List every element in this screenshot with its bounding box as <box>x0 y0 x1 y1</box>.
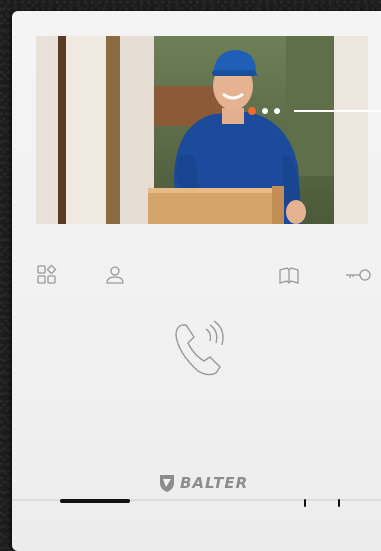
answer-call-button[interactable] <box>170 315 232 379</box>
camera-microphone-indicator <box>248 106 381 116</box>
brand-logo: BALTER <box>158 471 248 495</box>
indicator-dot-white-2 <box>274 108 280 114</box>
user-icon[interactable] <box>103 263 127 287</box>
balter-shield-icon <box>160 475 174 492</box>
handset-ringing-icon <box>175 320 224 376</box>
bottom-bar-left <box>60 499 130 503</box>
bottom-bar-mark-1 <box>304 499 306 507</box>
indicator-dot-white-1 <box>262 108 268 114</box>
bottom-bar-mark-2 <box>338 499 340 507</box>
book-icon[interactable] <box>277 264 301 288</box>
brand-name: BALTER <box>180 474 249 492</box>
indicator-line <box>294 110 381 112</box>
camera-feed-image <box>36 36 368 224</box>
camera-video-screen <box>36 36 368 224</box>
key-icon[interactable] <box>344 263 372 287</box>
indicator-dot-orange <box>248 107 256 115</box>
intercom-monitor: BALTER <box>12 11 381 551</box>
apps-grid-icon[interactable] <box>35 263 59 287</box>
